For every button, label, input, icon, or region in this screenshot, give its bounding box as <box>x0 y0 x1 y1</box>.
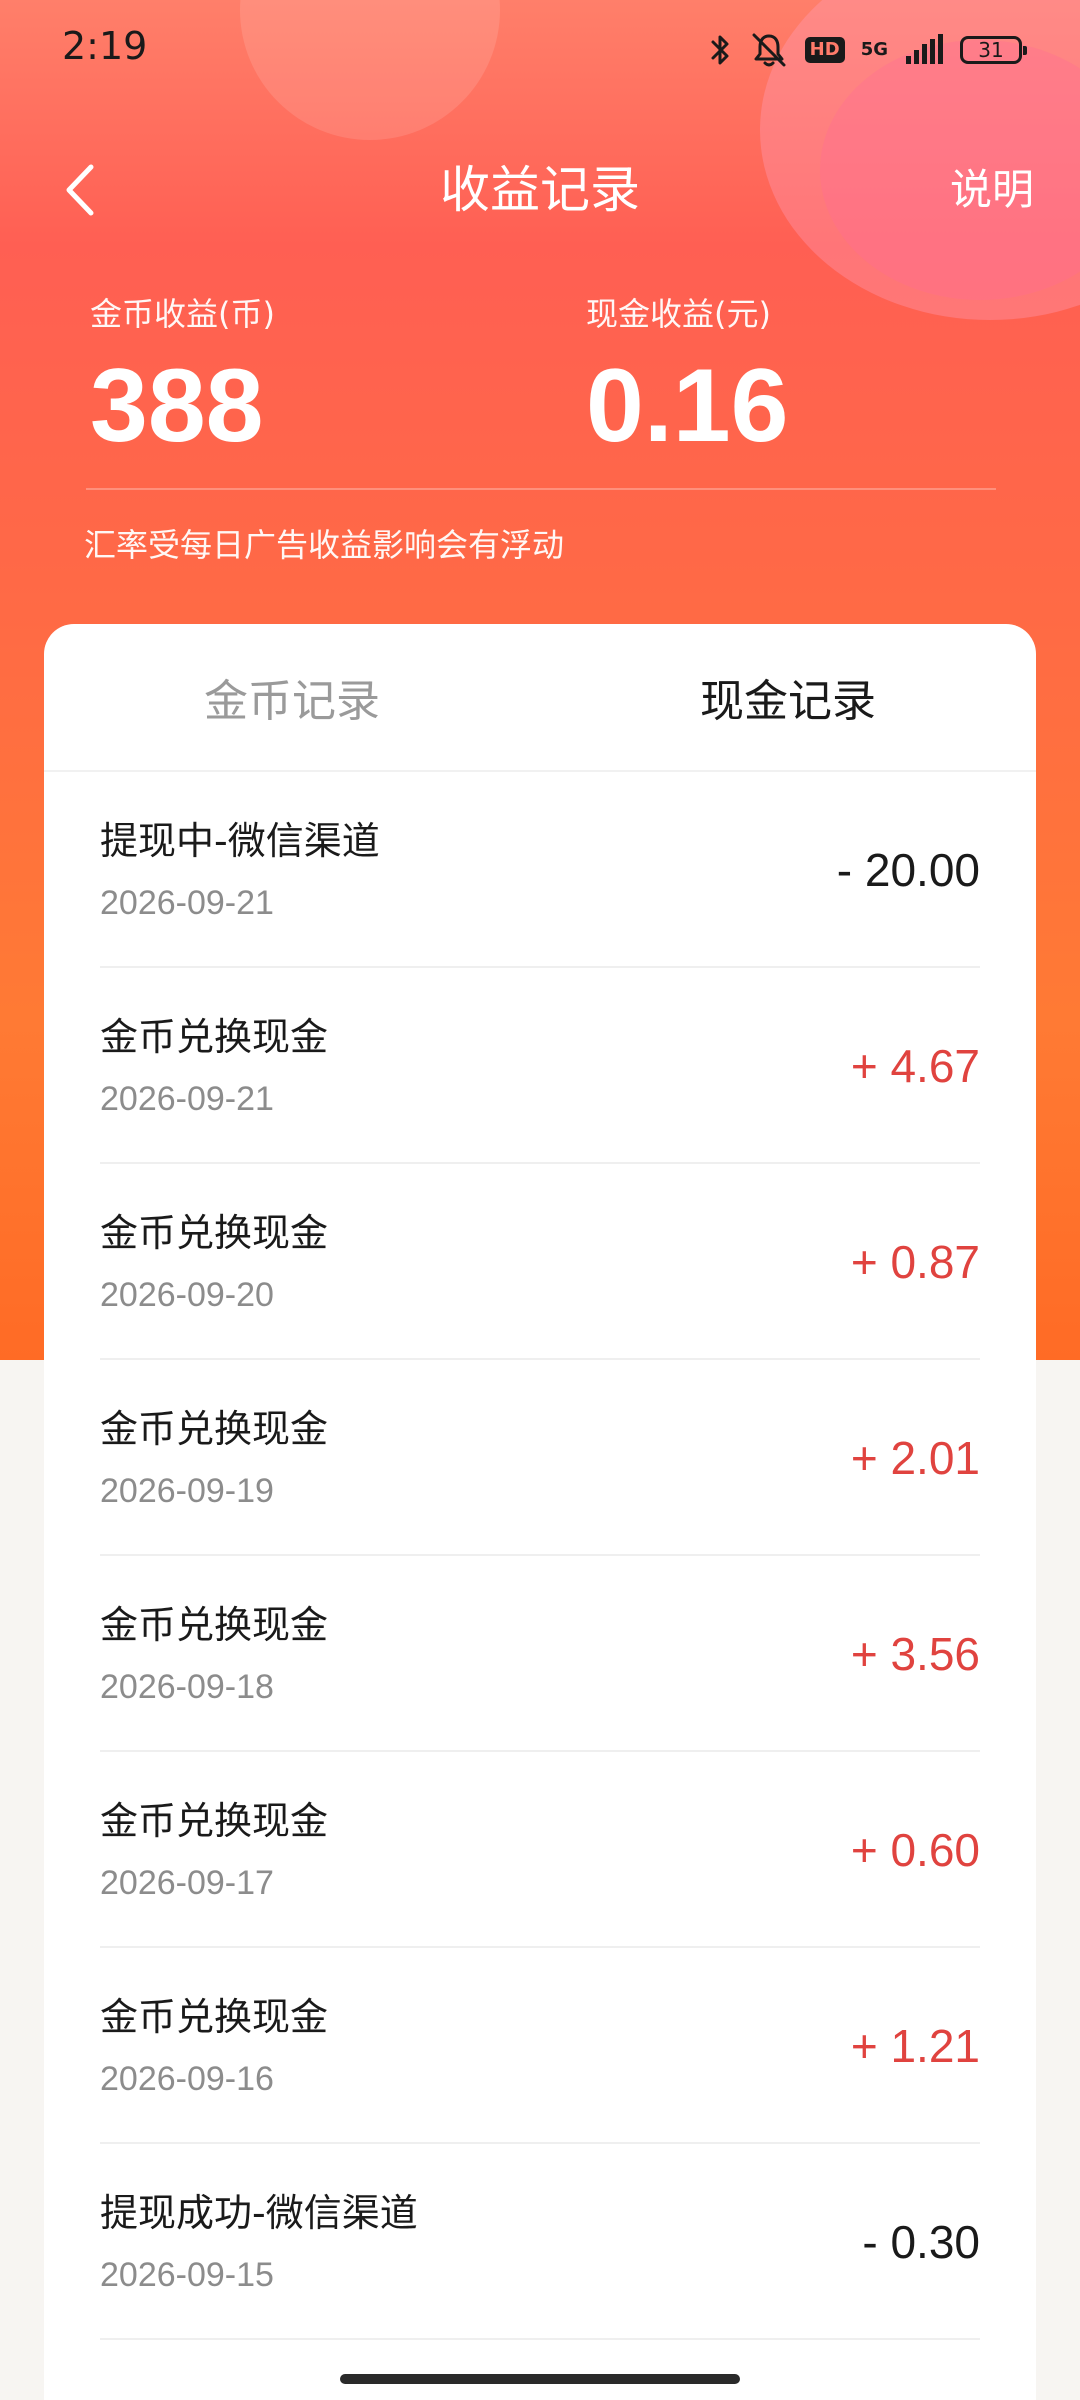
record-date: 2026-09-16 <box>100 2060 274 2098</box>
record-amount: - 20.00 <box>836 844 980 896</box>
list-item[interactable]: 金币兑换现金 2026-09-17 + 0.60 <box>100 1752 980 1948</box>
record-date: 2026-09-17 <box>100 1864 274 1902</box>
list-item[interactable]: 金币兑换现金 2026-09-21 + 4.67 <box>100 968 980 1164</box>
record-title: 金币兑换现金 <box>100 1603 329 1647</box>
record-amount: + 2.01 <box>850 1432 980 1484</box>
record-amount: + 3.56 <box>850 1628 980 1680</box>
list-item[interactable]: 提现成功-微信渠道 2026-09-15 - 0.30 <box>100 2144 980 2340</box>
tab-cash-records[interactable]: 现金记录 <box>540 624 1036 770</box>
coin-earnings-value: 388 <box>90 348 264 464</box>
bluetooth-icon <box>709 32 733 68</box>
record-date: 2026-09-21 <box>100 884 274 922</box>
record-list: 提现中-微信渠道 2026-09-21 - 20.00 金币兑换现金 2026-09-2… <box>44 772 1036 2340</box>
battery-icon: 31 <box>960 36 1027 64</box>
list-item[interactable]: 提现中-微信渠道 2026-09-21 - 20.00 <box>100 772 980 968</box>
cash-earnings-label: 现金收益(元) <box>586 295 771 333</box>
5g-icon: 5G <box>860 39 888 60</box>
record-amount: + 4.67 <box>850 1040 980 1092</box>
cash-earnings: 现金收益(元) 0.16 <box>586 290 788 466</box>
explain-button[interactable]: 说明 <box>950 150 1034 230</box>
status-bar: 2:19 HD 5G 31 <box>0 0 1080 100</box>
record-date: 2026-09-19 <box>100 1472 274 1510</box>
record-title: 金币兑换现金 <box>100 1015 329 1059</box>
list-item[interactable]: 金币兑换现金 2026-09-20 + 0.87 <box>100 1164 980 1360</box>
status-time: 2:19 <box>62 24 148 68</box>
divider <box>86 488 996 490</box>
record-title: 金币兑换现金 <box>100 1407 329 1451</box>
cash-earnings-value: 0.16 <box>586 348 789 464</box>
records-card: 金币记录 现金记录 提现中-微信渠道 2026-09-21 - 20.00 金币兑换现… <box>44 624 1036 2400</box>
record-date: 2026-09-15 <box>100 2256 274 2294</box>
record-date: 2026-09-20 <box>100 1276 274 1314</box>
exchange-rate-note: 汇率受每日广告收益影响会有浮动 <box>84 526 565 564</box>
record-amount: + 1.21 <box>850 2020 980 2072</box>
list-item[interactable]: 金币兑换现金 2026-09-16 + 1.21 <box>100 1948 980 2144</box>
hd-icon: HD <box>804 37 845 63</box>
record-amount: + 0.60 <box>850 1824 980 1876</box>
coin-earnings-label: 金币收益(币) <box>90 295 275 333</box>
list-item[interactable]: 金币兑换现金 2026-09-19 + 2.01 <box>100 1360 980 1556</box>
record-title: 提现成功-微信渠道 <box>100 2191 418 2235</box>
coin-earnings: 金币收益(币) 388 <box>90 290 275 466</box>
mute-icon <box>749 30 789 70</box>
record-title: 金币兑换现金 <box>100 1799 329 1843</box>
tab-coin-records[interactable]: 金币记录 <box>44 624 540 770</box>
record-date: 2026-09-18 <box>100 1668 274 1706</box>
record-amount: + 0.87 <box>850 1236 980 1288</box>
status-icons: HD 5G 31 <box>709 28 1027 72</box>
record-tabs: 金币记录 现金记录 <box>44 624 1036 772</box>
record-title: 金币兑换现金 <box>100 1211 329 1255</box>
record-title: 提现中-微信渠道 <box>100 819 380 863</box>
record-title: 金币兑换现金 <box>100 1995 329 2039</box>
home-indicator[interactable] <box>340 2374 740 2384</box>
page-title: 收益记录 <box>440 161 640 219</box>
screen: 2:19 HD 5G 31 收益记录 说明 金币收益(币) 388 现金收益(元… <box>0 0 1080 2400</box>
list-item[interactable]: 金币兑换现金 2026-09-18 + 3.56 <box>100 1556 980 1752</box>
record-amount: - 0.30 <box>862 2216 980 2268</box>
signal-icon <box>904 34 944 66</box>
record-date: 2026-09-21 <box>100 1080 274 1118</box>
